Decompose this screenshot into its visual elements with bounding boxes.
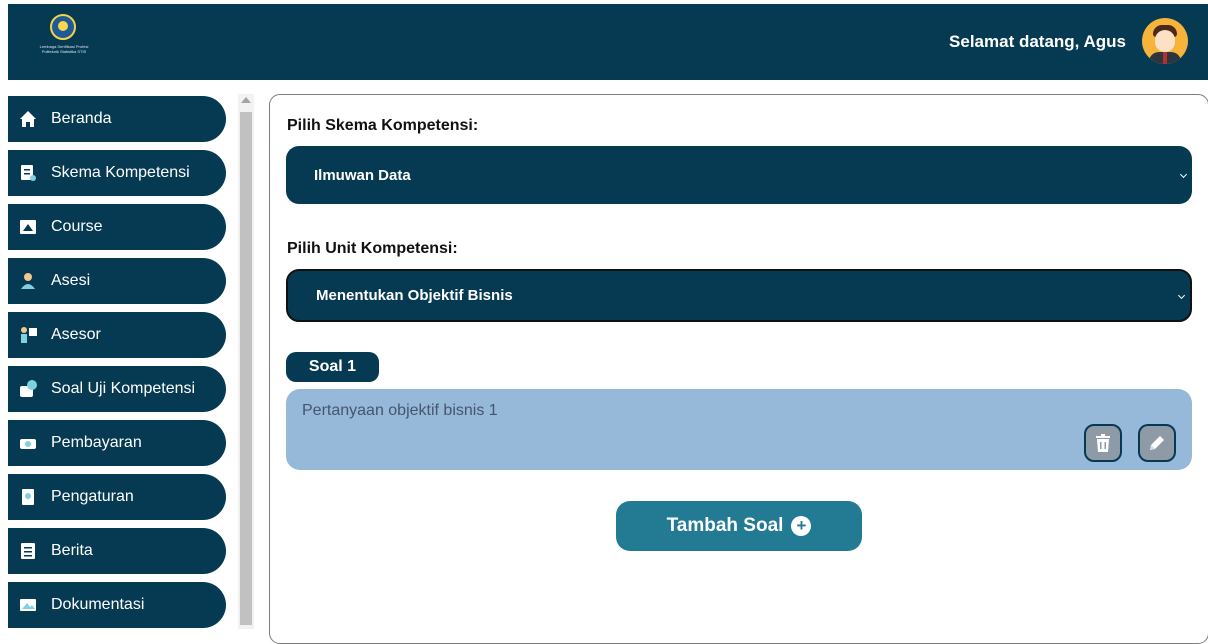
sidebar-item-label: Berita bbox=[51, 542, 93, 559]
news-icon bbox=[18, 541, 38, 561]
add-question-button[interactable]: Tambah Soal + bbox=[616, 501, 862, 551]
sidebar-item-dokumentasi[interactable]: Dokumentasi bbox=[8, 582, 226, 628]
delete-button[interactable] bbox=[1084, 424, 1122, 462]
unit-label: Pilih Unit Kompetensi: bbox=[287, 240, 458, 257]
question-item: Pertanyaan objektif bisnis 1 bbox=[286, 389, 1192, 470]
sidebar-item-pengaturan[interactable]: Pengaturan bbox=[8, 474, 226, 520]
sidebar-navigation: Beranda Skema Kompetensi Course Asesi As… bbox=[8, 94, 226, 629]
sidebar-item-label: Pengaturan bbox=[51, 488, 134, 505]
question-form-card: Pilih Skema Kompetensi: Ilmuwan Data Pil… bbox=[269, 94, 1208, 644]
organization-logo[interactable]: Lembaga Sertifikasi Profesi Politeknik S… bbox=[32, 14, 96, 70]
add-question-label: Tambah Soal bbox=[666, 515, 784, 536]
unit-select[interactable]: Menentukan Objektif Bisnis bbox=[286, 269, 1192, 322]
pencil-icon bbox=[1150, 436, 1164, 450]
sidebar-item-label: Asesor bbox=[51, 326, 101, 343]
sidebar-item-course[interactable]: Course bbox=[8, 204, 226, 250]
settings-icon bbox=[18, 487, 38, 507]
plus-circle-icon: + bbox=[791, 516, 812, 536]
user-icon bbox=[18, 271, 38, 291]
question-number-badge: Soal 1 bbox=[286, 352, 379, 382]
presenter-icon bbox=[18, 325, 38, 345]
edit-button[interactable] bbox=[1138, 424, 1176, 462]
logo-text: Lembaga Sertifikasi Profesi Politeknik S… bbox=[39, 44, 89, 54]
sidebar-item-pembayaran[interactable]: Pembayaran bbox=[8, 420, 226, 466]
money-icon bbox=[18, 433, 38, 453]
sidebar-item-label: Course bbox=[51, 218, 103, 235]
sidebar-item-asesi[interactable]: Asesi bbox=[8, 258, 226, 304]
sidebar-item-skema-kompetensi[interactable]: Skema Kompetensi bbox=[8, 150, 226, 196]
sidebar-item-beranda[interactable]: Beranda bbox=[8, 96, 226, 142]
sidebar-item-label: Dokumentasi bbox=[51, 596, 145, 613]
sidebar-item-label: Soal Uji Kompetensi bbox=[51, 380, 196, 397]
document-icon bbox=[18, 163, 38, 183]
question-text: Pertanyaan objektif bisnis 1 bbox=[302, 402, 498, 419]
skema-selected-value: Ilmuwan Data bbox=[314, 166, 411, 184]
sidebar-item-label: Skema Kompetensi bbox=[51, 164, 190, 181]
sidebar-item-label: Asesi bbox=[51, 272, 91, 289]
sidebar-item-soal-uji-kompetensi[interactable]: Soal Uji Kompetensi bbox=[8, 366, 226, 412]
user-avatar[interactable] bbox=[1142, 18, 1188, 64]
sidebar-item-asesor[interactable]: Asesor bbox=[8, 312, 226, 358]
chevron-down-icon bbox=[1177, 291, 1186, 299]
chevron-down-icon bbox=[1179, 170, 1188, 179]
skema-label: Pilih Skema Kompetensi: bbox=[287, 117, 479, 134]
image-icon bbox=[18, 595, 38, 615]
scroll-up-icon[interactable] bbox=[241, 97, 251, 103]
skema-select[interactable]: Ilmuwan Data bbox=[286, 146, 1192, 204]
welcome-message: Selamat datang, Agus bbox=[949, 32, 1126, 51]
page: Lembaga Sertifikasi Profesi Politeknik S… bbox=[0, 0, 1208, 644]
sidebar-item-berita[interactable]: Berita bbox=[8, 528, 226, 574]
unit-selected-value: Menentukan Objektif Bisnis bbox=[316, 287, 513, 304]
logo-emblem-icon bbox=[50, 14, 76, 40]
question-icon bbox=[18, 379, 38, 399]
sidebar-scrollbar[interactable] bbox=[238, 94, 254, 629]
top-navigation-bar: Lembaga Sertifikasi Profesi Politeknik S… bbox=[8, 4, 1208, 80]
course-icon bbox=[18, 217, 38, 237]
sidebar-item-label: Beranda bbox=[51, 110, 112, 127]
scroll-thumb[interactable] bbox=[240, 112, 252, 625]
home-icon bbox=[18, 109, 38, 129]
sidebar-item-label: Pembayaran bbox=[51, 434, 142, 451]
trash-icon bbox=[1096, 434, 1110, 452]
